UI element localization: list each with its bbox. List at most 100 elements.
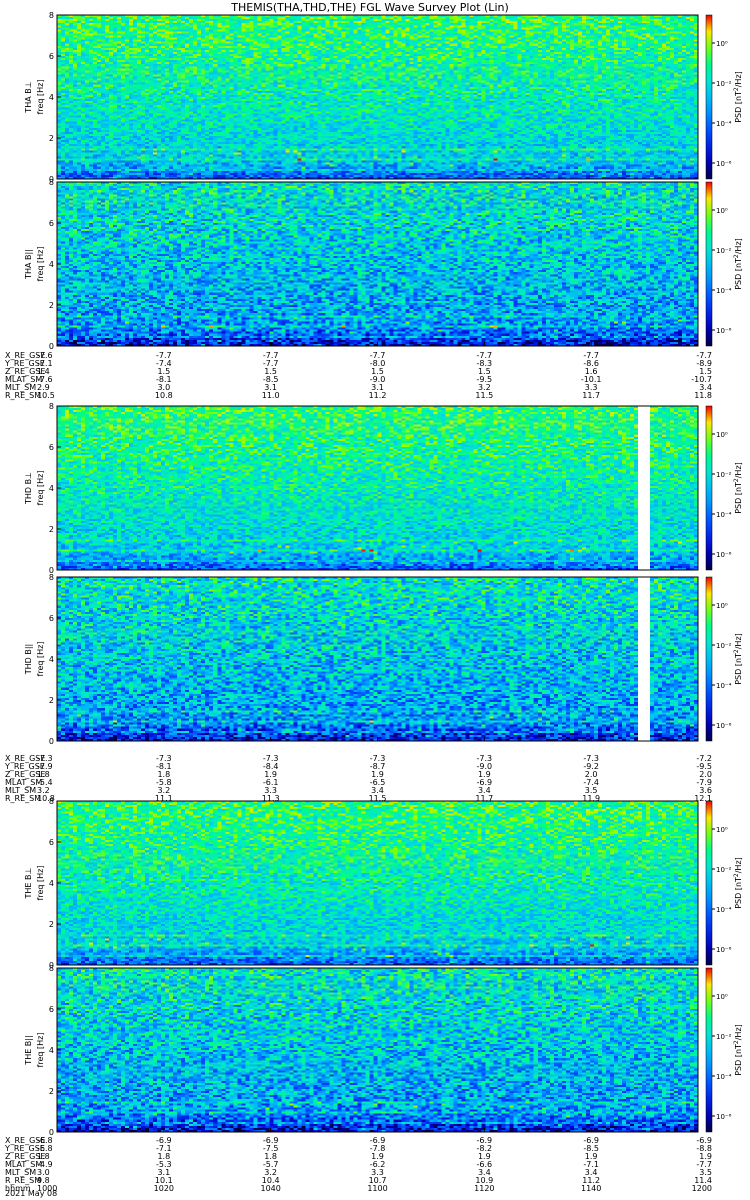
y-tick-label: 4 — [49, 655, 54, 664]
ephemeris-row-label: R_RE_SM — [5, 794, 41, 803]
colorbar-tick-label: 10⁰ — [716, 993, 728, 1001]
colorbar — [705, 14, 713, 180]
panel-unit-label: freq [Hz] — [36, 471, 45, 506]
panel-probe-label: THA B|| — [24, 249, 33, 280]
colorbar-tick-label: 10⁻⁴ — [716, 287, 732, 295]
y-tick-label: 2 — [49, 301, 54, 310]
panel-probe-label: THA B⊥ — [24, 81, 33, 113]
panel-unit-label: freq [Hz] — [36, 247, 45, 282]
panel-unit-label: freq [Hz] — [36, 80, 45, 115]
spectrogram-panel-5: 02468THE B⊥ freq [Hz]10⁰10⁻²10⁻⁴10⁻⁶PSD [… — [24, 797, 743, 970]
y-tick-label: 4 — [49, 93, 54, 102]
ephemeris-value: 11.3 — [262, 794, 280, 803]
y-tick-label: 2 — [49, 134, 54, 143]
y-tick-label: 4 — [49, 484, 54, 493]
colorbar-label-suffix: /Hz] — [734, 633, 743, 649]
spectrogram-image — [57, 182, 698, 346]
panel-probe-label: THD B⊥ — [24, 472, 33, 505]
colorbar-tick-label: 10⁻⁶ — [716, 946, 732, 954]
y-tick-label: 6 — [49, 614, 54, 623]
y-tick-label: 8 — [49, 573, 54, 582]
ephemeris-value: 11.5 — [369, 794, 387, 803]
colorbar-tick-label: 10⁻⁶ — [716, 327, 732, 335]
colorbar-tick-label: 10⁻⁶ — [716, 1113, 732, 1121]
colorbar-tick-label: 10⁻⁶ — [716, 722, 732, 730]
y-tick-label: 6 — [49, 52, 54, 61]
colorbar-tick-label: 10⁻⁴ — [716, 1073, 732, 1081]
colorbar-label-suffix: /Hz] — [734, 238, 743, 254]
ephemeris-value: 10.5 — [37, 391, 55, 400]
spectrogram-panels: 02468THA B⊥ freq [Hz]10⁰10⁻²10⁻⁴10⁻⁶PSD [… — [24, 11, 743, 1137]
ephemeris-value: 1040 — [260, 1184, 280, 1193]
colorbar-tick-label: 10⁻² — [716, 471, 732, 479]
ephemeris-value: 11.0 — [262, 391, 280, 400]
ephemeris-the: X_RE_GSE-6.8 -6.9 -6.9 -6.9 -6.9 -6.9 -6.9Y_RE… — [4, 1136, 712, 1193]
y-tick-label: 4 — [49, 260, 54, 269]
y-tick-label: 2 — [49, 1087, 54, 1096]
spectrogram-image — [57, 577, 698, 741]
colorbar-label: PSD [nT2/Hz] — [733, 238, 743, 290]
colorbar — [705, 967, 713, 1133]
y-tick-label: 2 — [49, 920, 54, 929]
colorbar-label-suffix: /Hz] — [734, 462, 743, 478]
colorbar-tick-label: 10⁰ — [716, 602, 728, 610]
spectrogram-image — [57, 15, 698, 179]
y-tick-label: 4 — [49, 1046, 54, 1055]
y-tick-label: 8 — [49, 964, 54, 973]
colorbar-tick-label: 10⁻⁴ — [716, 682, 732, 690]
colorbar — [705, 181, 713, 347]
spectrogram-image — [57, 801, 698, 965]
colorbar-tick-label: 10⁻⁶ — [716, 160, 732, 168]
y-tick-label: 6 — [49, 443, 54, 452]
y-tick-label: 8 — [49, 402, 54, 411]
colorbar-tick-label: 10⁻⁴ — [716, 906, 732, 914]
panel-unit-label: freq [Hz] — [36, 1033, 45, 1068]
y-tick-label: 2 — [49, 525, 54, 534]
y-tick-label: 8 — [49, 178, 54, 187]
spectrogram-panel-2: 0 2 4 6 8 THA B|| freq [Hz] 10⁰ 10⁻² 10⁻⁴ 10⁻⁶ PSD … — [24, 178, 743, 351]
ephemeris-value: 11.7 — [475, 794, 493, 803]
ephemeris-value: 1020 — [154, 1184, 174, 1193]
colorbar-tick-label: 10⁻² — [716, 80, 732, 88]
ephemeris-value: 11.5 — [475, 391, 493, 400]
colorbar-label: PSD [nT2/Hz] — [733, 462, 743, 514]
ephemeris-value: 11.8 — [694, 391, 712, 400]
spectrogram-panel-1: 02468THA B⊥ freq [Hz]10⁰10⁻²10⁻⁴10⁻⁶PSD [… — [24, 11, 743, 184]
colorbar-label: PSD [nT2/Hz] — [733, 633, 743, 685]
colorbar — [705, 576, 713, 742]
date-label: 2021 May 08 — [5, 1189, 57, 1198]
panel-unit-label: freq [Hz] — [36, 866, 45, 901]
colorbar-tick-label: 10⁻⁶ — [716, 551, 732, 559]
colorbar-label-suffix: /Hz] — [734, 71, 743, 87]
colorbar-tick-label: 10⁻² — [716, 866, 732, 874]
panel-probe-label: THE B⊥ — [24, 867, 33, 899]
y-tick-label: 2 — [49, 696, 54, 705]
ephemeris-thd: X_RE_GSE-7.3 -7.3 -7.3 -7.3 -7.3 -7.3 -7.2Y_RE… — [4, 754, 712, 803]
colorbar-tick-label: 10⁻² — [716, 247, 732, 255]
spectrogram-panel-6: 02468THE B|| freq [Hz]10⁰10⁻²10⁻⁴10⁻⁶PSD … — [24, 964, 743, 1137]
wave-survey-plot: THEMIS(THA,THD,THE) FGL Wave Survey Plot… — [4, 1, 743, 1198]
ephemeris-value: 10.8 — [155, 391, 173, 400]
y-tick-label: 6 — [49, 1005, 54, 1014]
colorbar-label: PSD [nT2/Hz] — [733, 71, 743, 123]
colorbar-tick-label: 10⁻² — [716, 1033, 732, 1041]
colorbar-label: PSD [nT2/Hz] — [733, 1024, 743, 1076]
colorbar — [705, 405, 713, 571]
ephemeris-value: 1140 — [581, 1184, 601, 1193]
ephemeris-value: 10.8 — [37, 794, 55, 803]
y-tick-label: 6 — [49, 838, 54, 847]
y-tick-label: 6 — [49, 219, 54, 228]
ephemeris-value: 11.7 — [582, 391, 600, 400]
colorbar-tick-label: 10⁻⁴ — [716, 120, 732, 128]
ephemeris-tha: X_RE_GSE-7.6 -7.7 -7.7 -7.7 -7.7 -7.7 -7.7Y_RE… — [4, 351, 712, 400]
panel-probe-label: THE B|| — [24, 1035, 33, 1065]
colorbar-tick-label: 10⁻⁴ — [716, 511, 732, 519]
ephemeris-value: 1120 — [474, 1184, 494, 1193]
y-tick-label: 4 — [49, 879, 54, 888]
ephemeris-value: 12.1 — [694, 794, 712, 803]
colorbar-tick-label: 10⁰ — [716, 40, 728, 48]
colorbar-tick-label: 10⁰ — [716, 826, 728, 834]
colorbar-label: PSD [nT2/Hz] — [733, 857, 743, 909]
colorbar — [705, 800, 713, 966]
colorbar-label-suffix: /Hz] — [734, 857, 743, 873]
